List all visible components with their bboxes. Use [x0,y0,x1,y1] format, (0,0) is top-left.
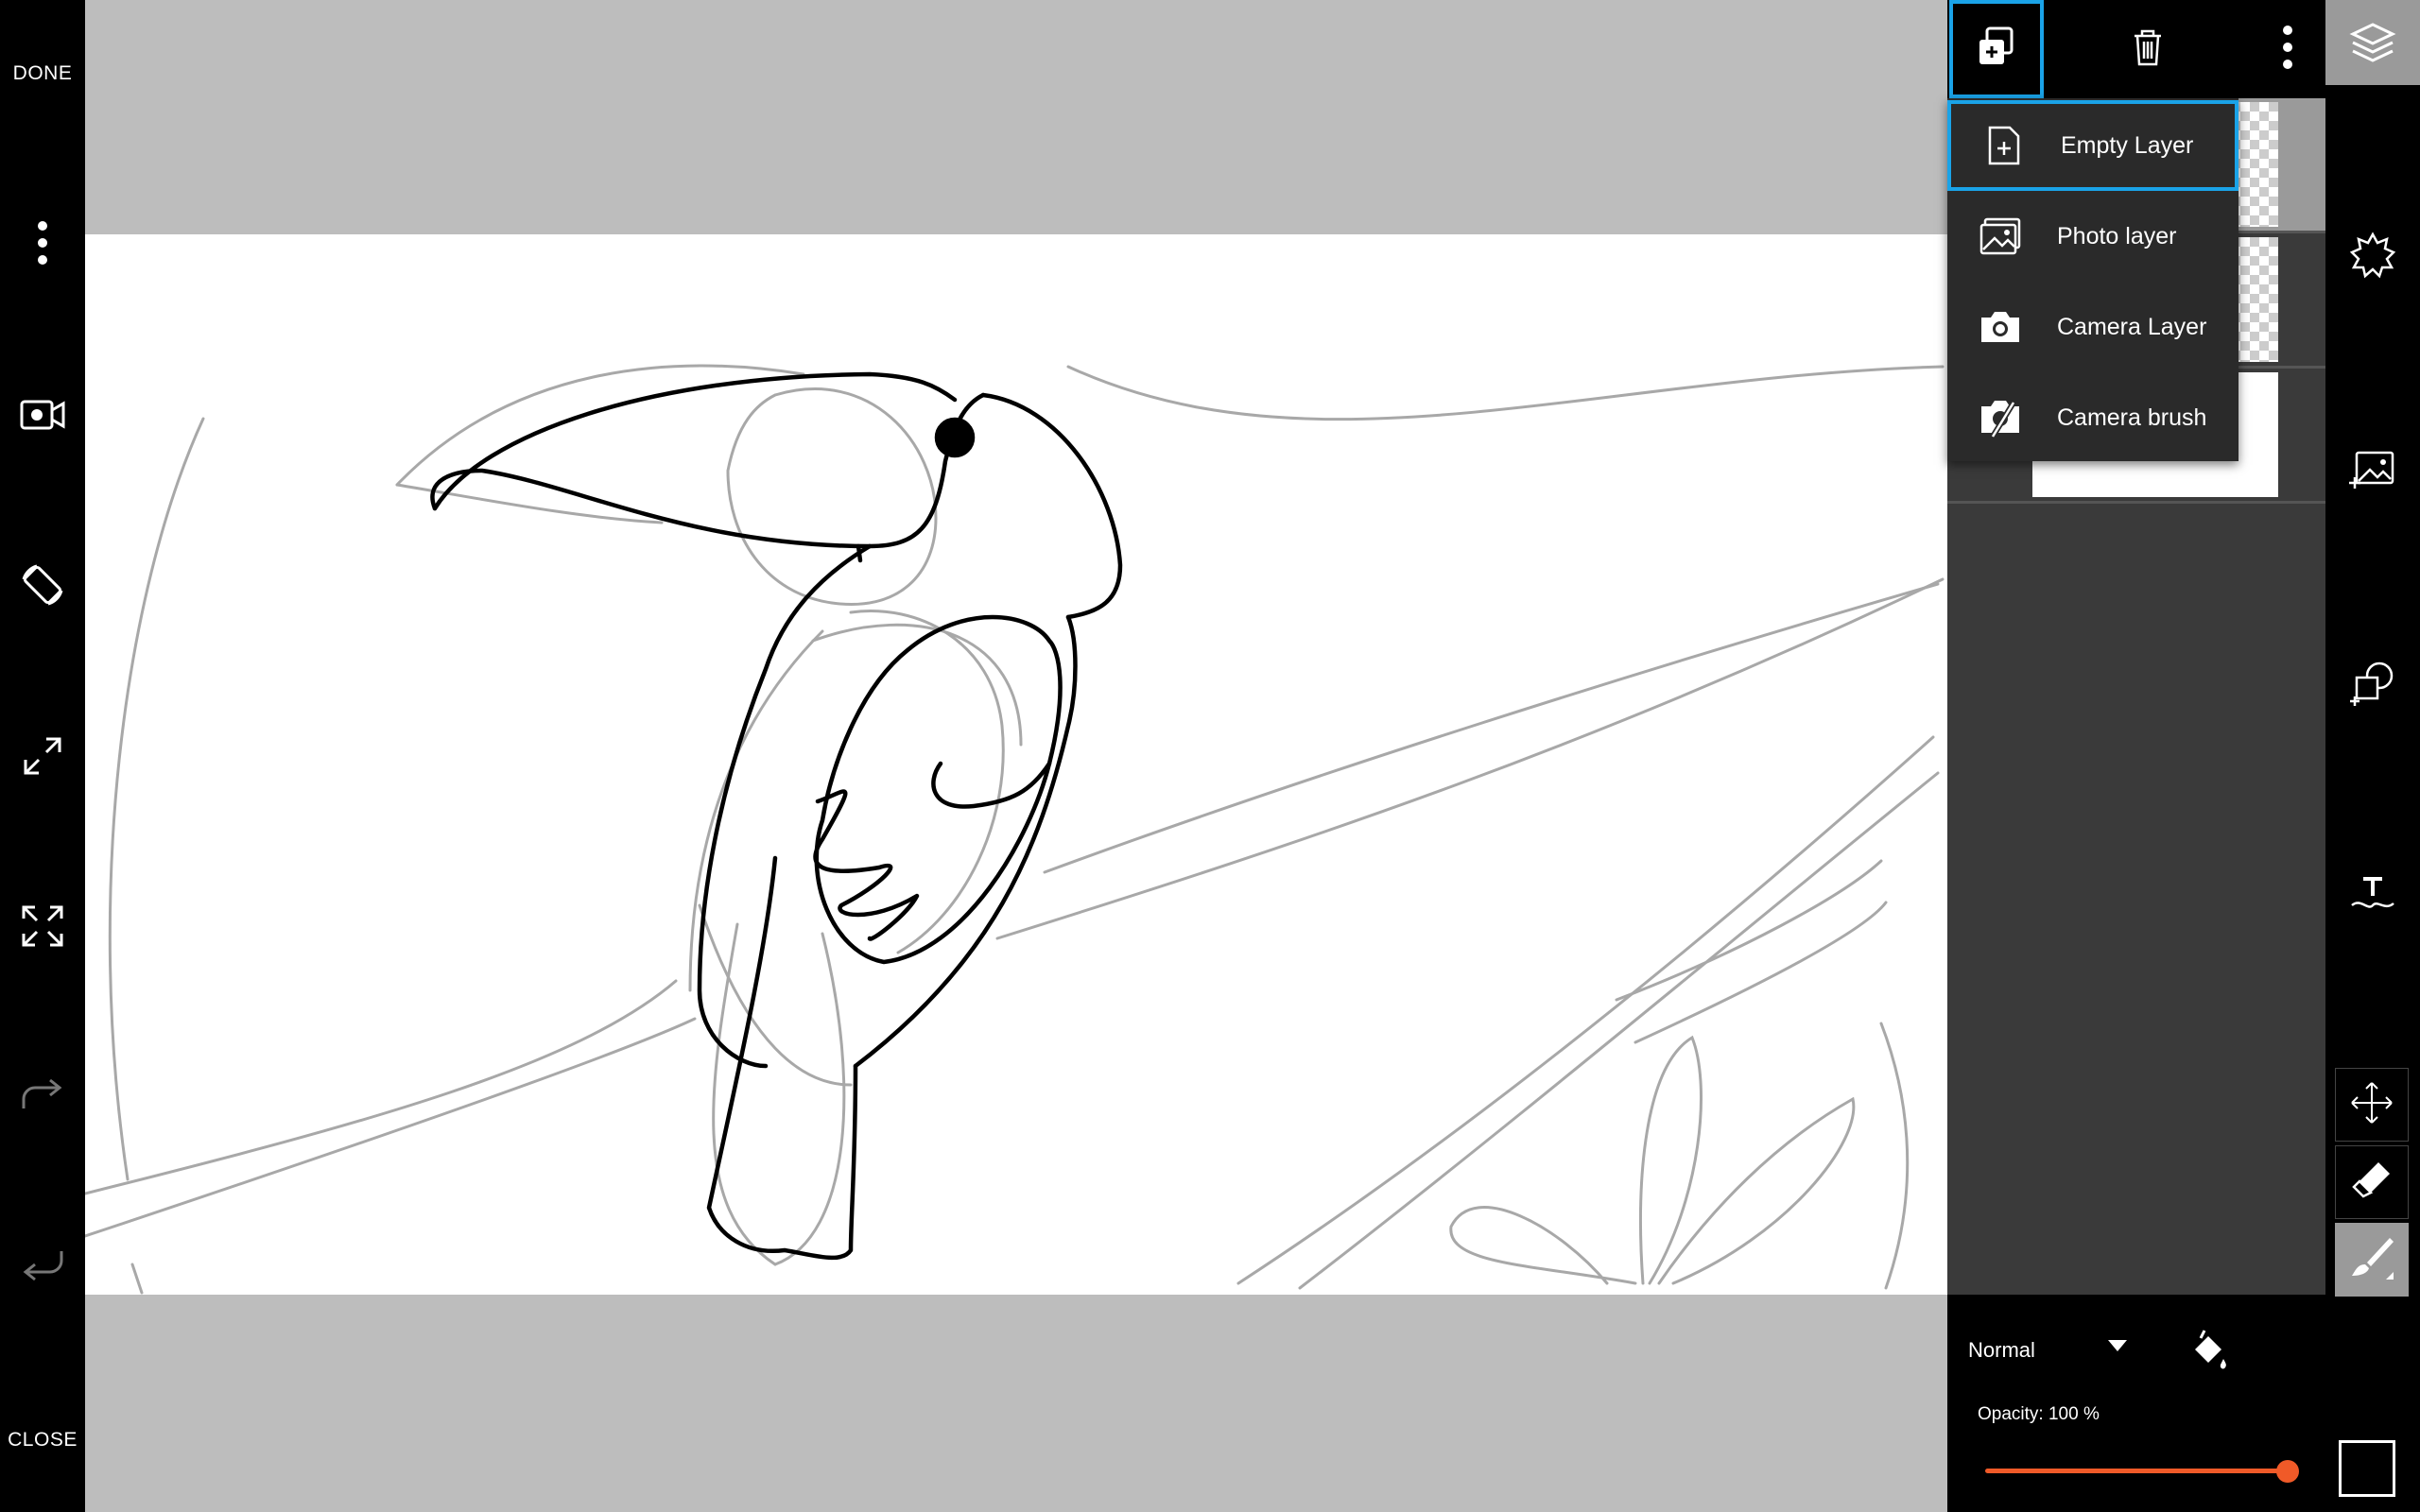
camera-icon [1979,306,2021,348]
color-swatch[interactable] [2339,1440,2395,1497]
menu-item-label: Camera Layer [2057,313,2207,340]
brush-icon [2348,1234,2395,1286]
toucan-sketch [85,364,1945,1295]
record-video-icon[interactable] [14,387,71,443]
layer-properties-panel: Normal Opacity: 100 % [1947,1295,2325,1512]
menu-item-label: Camera brush [2057,404,2207,431]
undo-icon[interactable] [14,1240,71,1297]
more-vertical-icon[interactable] [14,215,71,271]
transform-move-button[interactable] [2335,1068,2409,1142]
move-icon [2348,1079,2395,1131]
add-layer-button[interactable] [1949,0,2044,98]
menu-item-label: Empty Layer [2061,131,2194,159]
menu-item-camera-brush[interactable]: Camera brush [1947,372,2238,463]
redo-icon[interactable] [14,1069,71,1125]
eraser-icon [2350,1159,2394,1207]
photo-icon [1979,215,2021,257]
layer-options-button[interactable] [2259,0,2316,98]
text-tool-icon[interactable] [2325,856,2420,932]
add-shape-icon[interactable] [2325,644,2420,720]
add-layer-icon [1974,25,2019,75]
done-button[interactable]: DONE [0,62,85,85]
layers-panel-header [1947,0,2325,98]
opacity-slider[interactable] [1985,1460,2299,1483]
add-image-icon[interactable] [2325,432,2420,507]
rotate-screen-icon[interactable] [14,557,71,613]
chevron-down-icon[interactable] [2108,1340,2127,1351]
camera-brush-icon [1979,397,2021,438]
brush-button[interactable] [2335,1223,2409,1297]
close-button[interactable]: CLOSE [0,1429,85,1452]
add-layer-menu: Empty Layer Photo layer Camera Layer Cam… [1947,98,2238,461]
canvas-area[interactable] [85,0,1947,1512]
more-vertical-icon [2282,25,2293,75]
left-toolbar: DONE CLOSE [0,0,85,1512]
eraser-button[interactable] [2335,1145,2409,1219]
layers-icon[interactable] [2325,0,2420,85]
effects-icon[interactable] [2325,217,2420,293]
blend-mode-select[interactable]: Normal [1968,1338,2035,1363]
menu-item-photo-layer[interactable]: Photo layer [1947,191,2238,282]
opacity-label: Opacity: 100 % [1978,1404,2100,1424]
menu-item-empty-layer[interactable]: Empty Layer [1947,100,2238,191]
menu-item-label: Photo layer [2057,222,2177,249]
trash-icon [2129,26,2167,73]
fill-bucket-icon[interactable] [2184,1329,2231,1376]
drawing-canvas[interactable] [85,234,1947,1295]
menu-item-camera-layer[interactable]: Camera Layer [1947,282,2238,372]
opacity-slider-thumb[interactable] [2276,1460,2299,1483]
file-plus-icon [1983,125,2025,166]
expand-icon[interactable] [14,728,71,784]
fit-screen-icon[interactable] [14,898,71,954]
delete-layer-button[interactable] [2100,0,2195,98]
